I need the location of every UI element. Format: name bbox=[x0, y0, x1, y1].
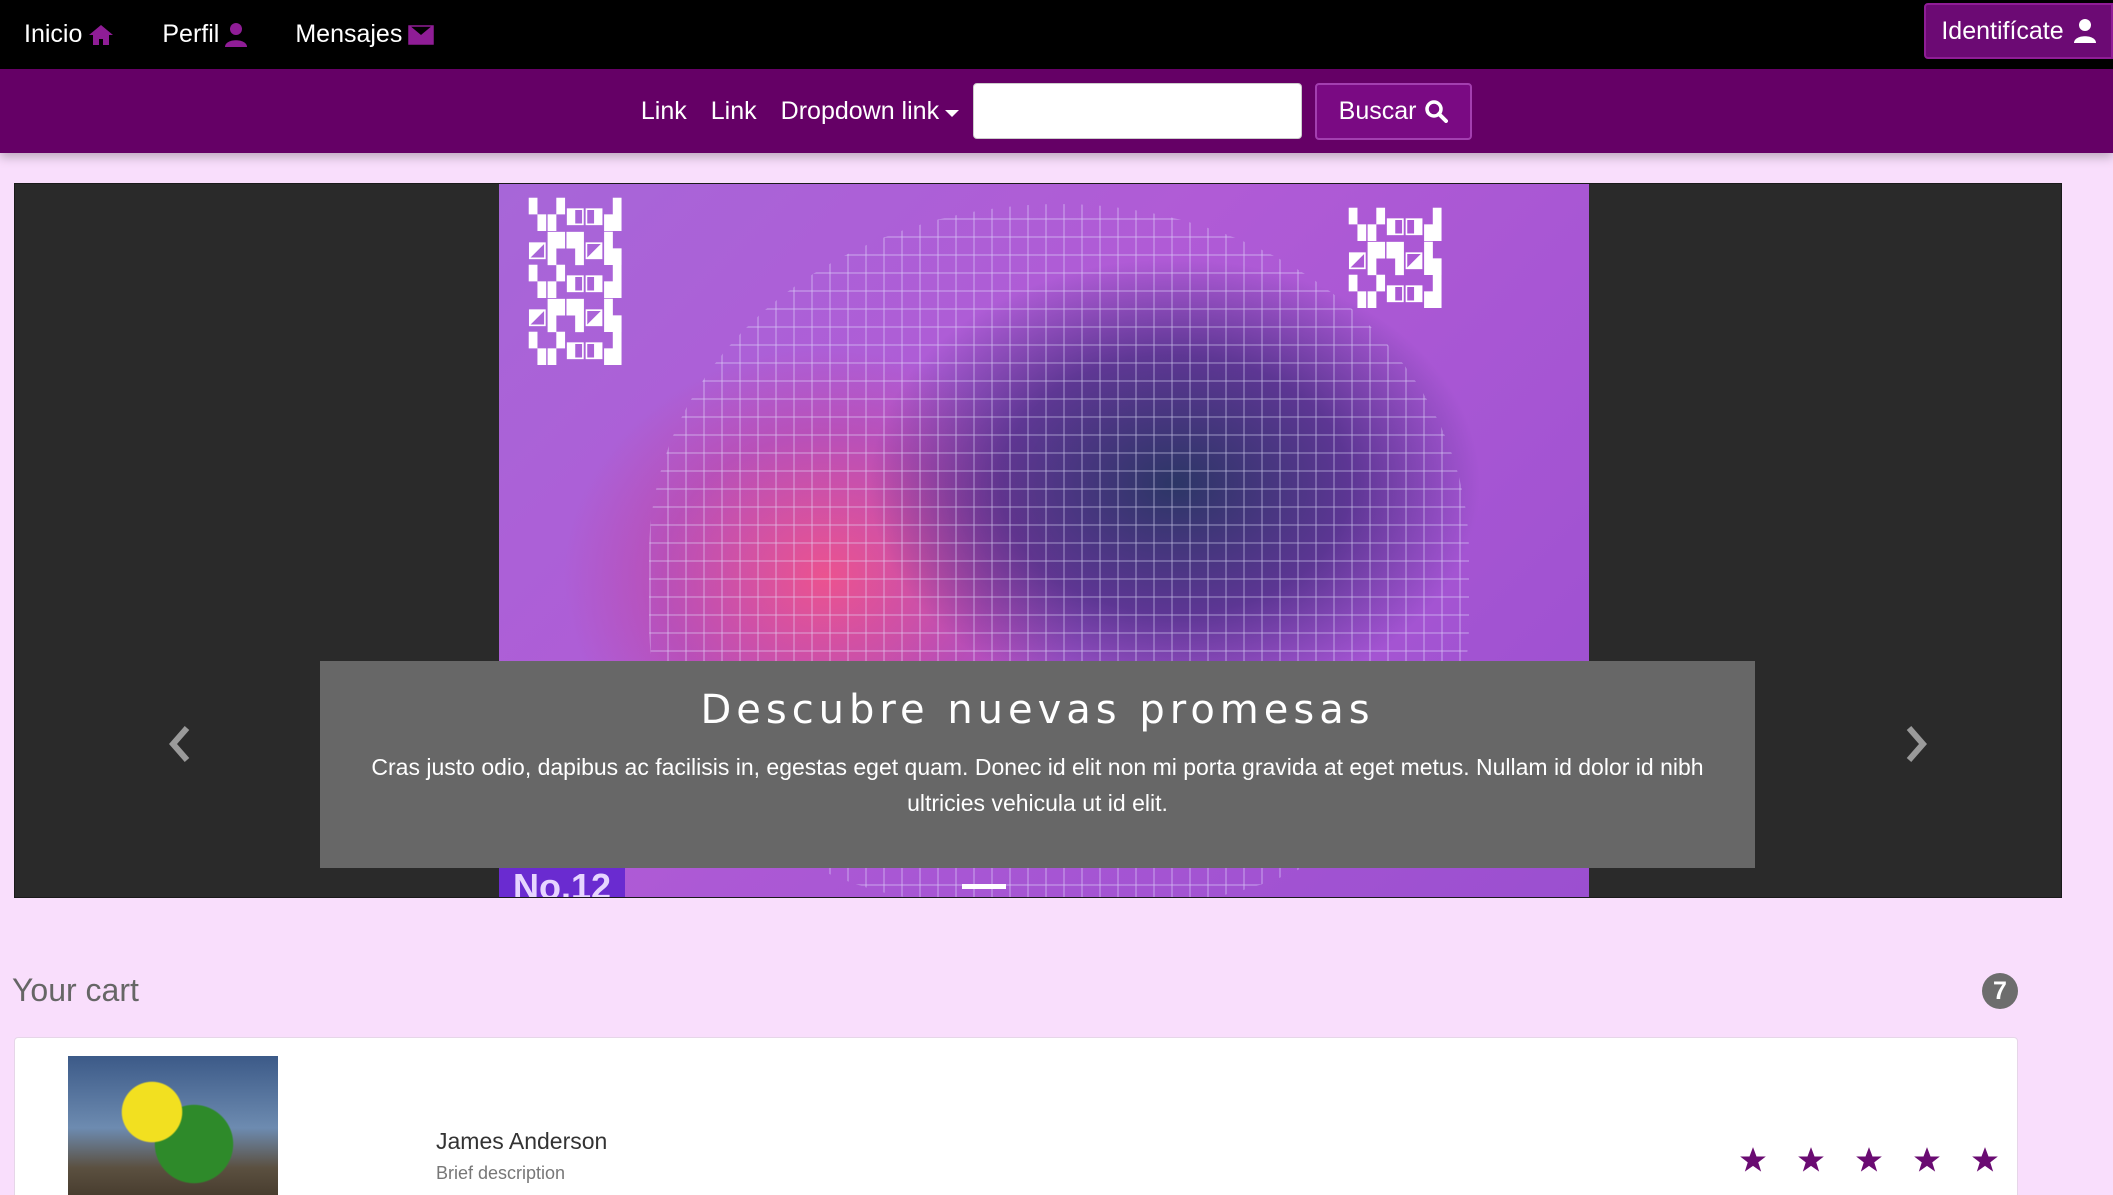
caption-text: Cras justo odio, dapibus ac facilisis in… bbox=[371, 754, 1704, 816]
search-input[interactable] bbox=[973, 83, 1303, 139]
star-icon[interactable] bbox=[1913, 1146, 1941, 1174]
nav-mensajes-label: Mensajes bbox=[295, 20, 403, 48]
envelope-icon bbox=[408, 24, 435, 45]
search-button-label: Buscar bbox=[1338, 96, 1417, 125]
rating-stars bbox=[1739, 1146, 1999, 1174]
nav-perfil-label: Perfil bbox=[162, 20, 220, 48]
caption-title: Descubre nuevas promesas bbox=[700, 687, 1375, 733]
top-navbar: Inicio Perfil Mensajes Identifícate bbox=[0, 0, 2113, 69]
cart-item-description: Brief description bbox=[436, 1163, 566, 1183]
login-button-label: Identifícate bbox=[1941, 16, 2064, 45]
nav-link-1[interactable]: Link bbox=[641, 97, 687, 126]
carousel-indicator[interactable] bbox=[962, 884, 1006, 889]
dropdown-link[interactable]: Dropdown link bbox=[780, 96, 960, 126]
nav-inicio[interactable]: Inicio bbox=[24, 20, 114, 49]
slide-badge: No.12 bbox=[499, 867, 626, 897]
star-icon[interactable] bbox=[1797, 1146, 1825, 1174]
secondary-navbar: Link Link Dropdown link Buscar bbox=[0, 69, 2113, 153]
cart-item-card: James Anderson Brief description bbox=[14, 1037, 2018, 1195]
carousel-prev-arrow-icon[interactable] bbox=[165, 724, 195, 764]
nav-mensajes[interactable]: Mensajes bbox=[295, 20, 435, 49]
nav-inicio-label: Inicio bbox=[24, 20, 83, 48]
cart-title: Your cart bbox=[12, 972, 139, 1008]
search-button[interactable]: Buscar bbox=[1315, 82, 1473, 140]
user-icon bbox=[225, 22, 248, 47]
user-icon bbox=[2073, 19, 2096, 43]
star-icon[interactable] bbox=[1971, 1146, 1999, 1174]
search-icon bbox=[1425, 100, 1449, 123]
dropdown-link-label: Dropdown link bbox=[780, 96, 940, 125]
cart-item-image bbox=[68, 1056, 278, 1195]
carousel-next-arrow-icon[interactable] bbox=[1901, 724, 1931, 764]
star-icon[interactable] bbox=[1739, 1146, 1767, 1174]
secondary-nav: Link Link Dropdown link bbox=[641, 97, 973, 126]
login-button[interactable]: Identifícate bbox=[1924, 3, 2113, 59]
caret-down-icon bbox=[945, 109, 960, 117]
glyph-decoration-left: ▚▞◧◨▟ ◩▛▜◪▙ ▚▞◧◨▟ ◩▛▜◪▙ ▚▞◧◨▟ bbox=[529, 198, 624, 366]
star-icon[interactable] bbox=[1855, 1146, 1883, 1174]
glyph-decoration-right: ▚▞◧◨▟ ◩▛▜◪▙ ▚▞◧◨▟ bbox=[1349, 208, 1444, 309]
cart-item-name: James Anderson bbox=[436, 1128, 608, 1154]
cart-count-badge: 7 bbox=[1982, 973, 2018, 1009]
top-nav: Inicio Perfil Mensajes bbox=[24, 20, 482, 49]
nav-link-2[interactable]: Link bbox=[711, 97, 757, 126]
carousel-caption: Descubre nuevas promesas Cras justo odio… bbox=[320, 661, 1755, 868]
home-icon bbox=[89, 24, 114, 45]
nav-perfil[interactable]: Perfil bbox=[162, 20, 248, 49]
